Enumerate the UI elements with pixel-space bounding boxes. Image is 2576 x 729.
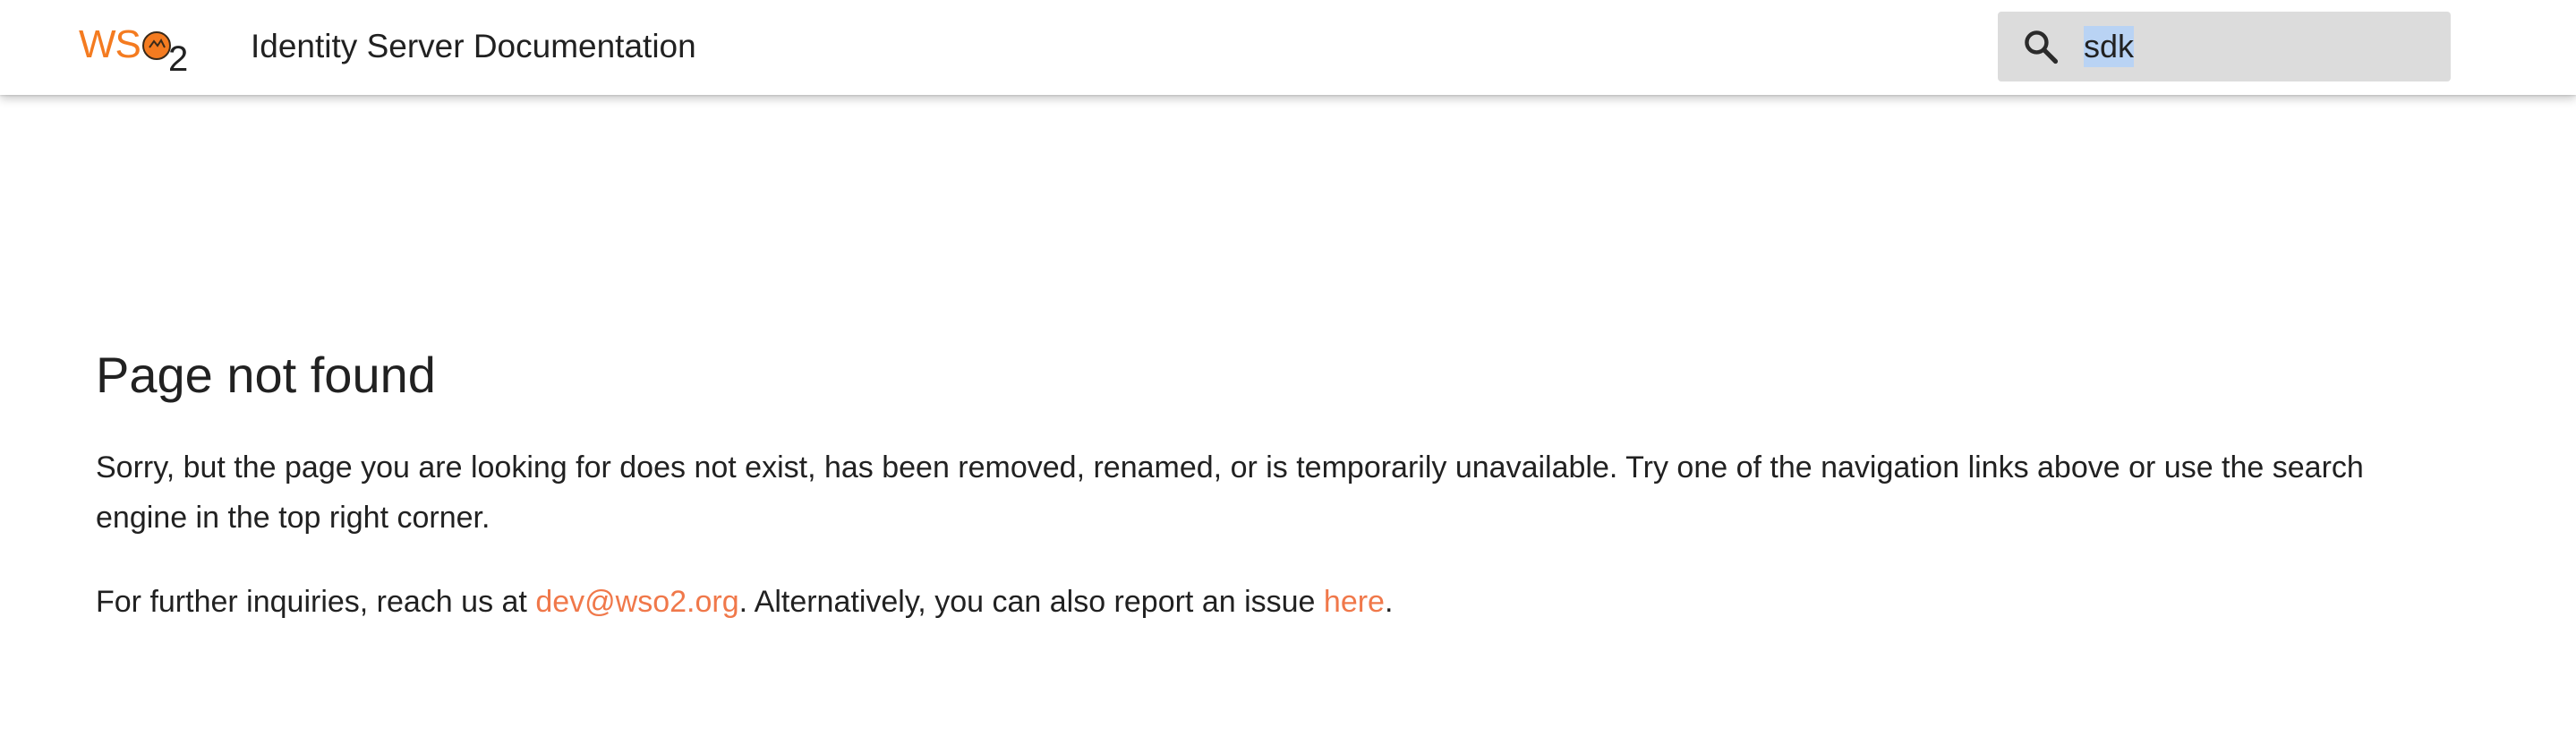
inquiries-message: For further inquiries, reach us at dev@w… (96, 577, 2387, 627)
inquiries-suffix: . (1384, 585, 1394, 619)
logo-text-ws: WS (79, 22, 141, 66)
not-found-message: Sorry, but the page you are looking for … (96, 450, 2364, 535)
email-link[interactable]: dev@wso2.org (535, 585, 738, 619)
logo-o-icon (142, 31, 171, 60)
search-box[interactable]: sdk (1998, 12, 2451, 81)
logo-text-2: 2 (168, 39, 189, 79)
search-input[interactable]: sdk (2084, 26, 2135, 67)
search-icon[interactable] (2021, 27, 2060, 66)
wso2-logo[interactable]: WS 2 (79, 21, 192, 79)
page-title: Page not found (96, 347, 436, 403)
top-header: WS 2 Identity Server Documentation sdk (0, 0, 2576, 95)
report-issue-link[interactable]: here (1324, 585, 1385, 619)
site-title[interactable]: Identity Server Documentation (251, 25, 696, 68)
inquiries-middle: . Alternatively, you can also report an … (738, 585, 1324, 619)
inquiries-prefix: For further inquiries, reach us at (96, 585, 536, 619)
